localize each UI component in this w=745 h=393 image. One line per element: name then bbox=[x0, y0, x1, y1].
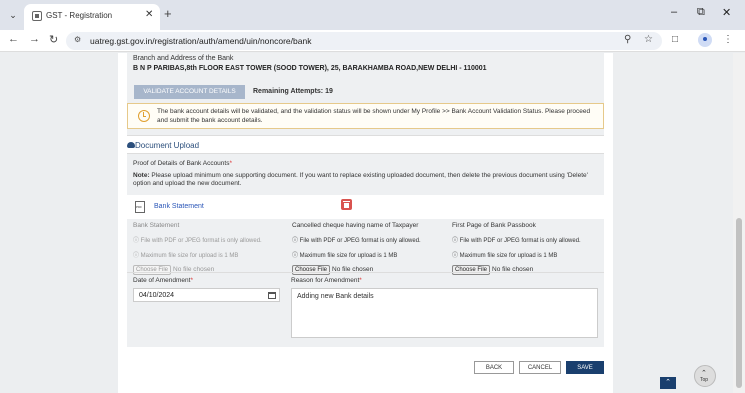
page-scrollbar[interactable] bbox=[733, 53, 745, 393]
size-info-text: Maximum file size for upload is 1 MB bbox=[459, 253, 558, 259]
size-info: ⓘ Maximum file size for upload is 1 MB bbox=[133, 253, 239, 259]
date-of-amendment-input[interactable]: 04/10/2024 bbox=[133, 288, 280, 302]
zoom-icon[interactable]: ⚲ bbox=[624, 34, 631, 45]
document-upload-box: Proof of Details of Bank Accounts* Note:… bbox=[127, 154, 604, 347]
file-chooser: Choose File No file chosen bbox=[133, 265, 291, 275]
choose-file-button[interactable]: Choose File bbox=[452, 265, 491, 275]
format-info-text: File with PDF or JPEG format is only all… bbox=[299, 238, 421, 244]
col-title: Bank Statement bbox=[133, 222, 180, 229]
address-toolbar: ← → ↻ ⚙ uatreg.gst.gov.in/registration/a… bbox=[0, 30, 745, 52]
forward-arrow-icon[interactable]: → bbox=[29, 33, 40, 45]
clock-icon bbox=[138, 110, 150, 122]
size-info-text: Maximum file size for upload is 1 MB bbox=[299, 253, 398, 259]
required-mark: * bbox=[359, 277, 362, 284]
upload-col-cancelled-cheque: Cancelled cheque having name of Taxpayer… bbox=[292, 222, 450, 275]
scroll-up-chevron-icon[interactable]: ⌃ bbox=[660, 377, 676, 389]
format-info: ⓘ File with PDF or JPEG format is only a… bbox=[292, 238, 421, 244]
scrollbar-thumb[interactable] bbox=[736, 218, 742, 388]
validation-info-text: The bank account details will be validat… bbox=[157, 108, 591, 124]
file-chooser: Choose File No file chosen bbox=[292, 265, 450, 275]
save-button[interactable]: SAVE bbox=[566, 361, 604, 374]
page-viewport: Branch and Address of the Bank B N P PAR… bbox=[0, 53, 745, 393]
reason-value: Adding new Bank details bbox=[297, 293, 374, 300]
section-title: Document Upload bbox=[135, 141, 200, 150]
close-tab-icon[interactable]: ✕ bbox=[145, 9, 153, 20]
proof-label-text: Proof of Details of Bank Accounts bbox=[133, 160, 230, 167]
reason-amendment-label: Reason for Amendment* bbox=[291, 277, 362, 284]
cloud-upload-icon bbox=[127, 142, 135, 148]
date-amendment-label: Date of Amendment* bbox=[133, 277, 193, 284]
tab-search-icon[interactable]: ⌄ bbox=[6, 8, 20, 22]
size-info: ⓘ Maximum file size for upload is 1 MB bbox=[452, 253, 558, 259]
back-to-top-button[interactable]: ⌃ Top bbox=[694, 365, 716, 387]
upload-col-bank-statement: Bank Statement ⓘ File with PDF or JPEG f… bbox=[133, 222, 291, 275]
extensions-icon[interactable]: □ bbox=[672, 34, 678, 45]
cancel-button[interactable]: CANCEL bbox=[519, 361, 561, 374]
reason-for-amendment-textarea[interactable]: Adding new Bank details bbox=[291, 288, 598, 338]
size-info: ⓘ Maximum file size for upload is 1 MB bbox=[292, 253, 398, 259]
format-info-text: File with PDF or JPEG format is only all… bbox=[459, 238, 581, 244]
bank-address-value: B N P PARIBAS,8th FLOOR EAST TOWER (SOOD… bbox=[133, 65, 487, 72]
proof-label: Proof of Details of Bank Accounts* bbox=[133, 160, 232, 167]
reload-icon[interactable]: ↻ bbox=[49, 33, 58, 46]
top-label: Top bbox=[700, 377, 709, 383]
url-text: uatreg.gst.gov.in/registration/auth/amen… bbox=[90, 36, 312, 46]
col-title: Cancelled cheque having name of Taxpayer bbox=[292, 222, 419, 229]
browser-tab[interactable]: GST - Registration ✕ bbox=[24, 4, 160, 30]
new-tab-icon[interactable]: + bbox=[164, 6, 172, 21]
file-chooser: Choose File No file chosen bbox=[452, 265, 610, 275]
caret-up-icon: ⌃ bbox=[701, 370, 707, 377]
gst-favicon-icon bbox=[32, 11, 42, 21]
delete-file-button[interactable] bbox=[341, 199, 352, 210]
format-info: ⓘ File with PDF or JPEG format is only a… bbox=[452, 238, 581, 244]
restore-icon[interactable]: ⧉ bbox=[697, 6, 705, 19]
document-upload-header: Document Upload bbox=[127, 135, 604, 154]
reason-label-text: Reason for Amendment bbox=[291, 277, 360, 284]
back-button[interactable]: BACK bbox=[474, 361, 514, 374]
validation-info-box: The bank account details will be validat… bbox=[127, 103, 604, 129]
col-title: First Page of Bank Passbook bbox=[452, 222, 536, 229]
format-info-text: File with PDF or JPEG format is only all… bbox=[140, 238, 262, 244]
size-info-text: Maximum file size for upload is 1 MB bbox=[140, 253, 239, 259]
date-value: 04/10/2024 bbox=[139, 292, 175, 299]
bank-address-label: Branch and Address of the Bank bbox=[133, 55, 234, 62]
remaining-attempts: Remaining Attempts: 19 bbox=[253, 88, 333, 95]
form-panel: Branch and Address of the Bank B N P PAR… bbox=[118, 53, 613, 393]
upload-col-passbook: First Page of Bank Passbook ⓘ File with … bbox=[452, 222, 610, 275]
uploaded-file-link[interactable]: Bank Statement bbox=[154, 203, 204, 210]
url-field[interactable]: ⚙ uatreg.gst.gov.in/registration/auth/am… bbox=[66, 32, 662, 50]
note-bold: Note: bbox=[133, 172, 150, 179]
bookmark-star-icon[interactable]: ☆ bbox=[644, 34, 653, 45]
divider bbox=[127, 272, 604, 273]
menu-kebab-icon[interactable]: ⋮ bbox=[723, 34, 733, 45]
format-info: ⓘ File with PDF or JPEG format is only a… bbox=[133, 238, 262, 244]
window-close-icon[interactable]: ✕ bbox=[722, 6, 731, 19]
choose-file-button[interactable]: Choose File bbox=[292, 265, 331, 275]
browser-tab-bar: ⌄ GST - Registration ✕ + – ⧉ ✕ bbox=[0, 0, 745, 30]
tab-title: GST - Registration bbox=[46, 11, 113, 20]
choose-file-button[interactable]: Choose File bbox=[133, 265, 172, 275]
required-mark: * bbox=[229, 160, 232, 167]
upload-note: Note: Please upload minimum one supporti… bbox=[133, 172, 601, 188]
calendar-icon[interactable] bbox=[268, 292, 276, 299]
required-mark: * bbox=[190, 277, 193, 284]
validate-account-button[interactable]: VALIDATE ACCOUNT DETAILS bbox=[134, 85, 245, 99]
note-text: Please upload minimum one supporting doc… bbox=[133, 172, 588, 187]
site-info-icon[interactable]: ⚙ bbox=[74, 35, 81, 44]
date-label-text: Date of Amendment bbox=[133, 277, 191, 284]
minimize-icon[interactable]: – bbox=[671, 6, 677, 18]
back-arrow-icon[interactable]: ← bbox=[8, 33, 19, 45]
uploaded-file-row: Bank Statement bbox=[127, 195, 604, 219]
profile-avatar[interactable] bbox=[698, 33, 712, 47]
pdf-file-icon bbox=[135, 201, 145, 213]
